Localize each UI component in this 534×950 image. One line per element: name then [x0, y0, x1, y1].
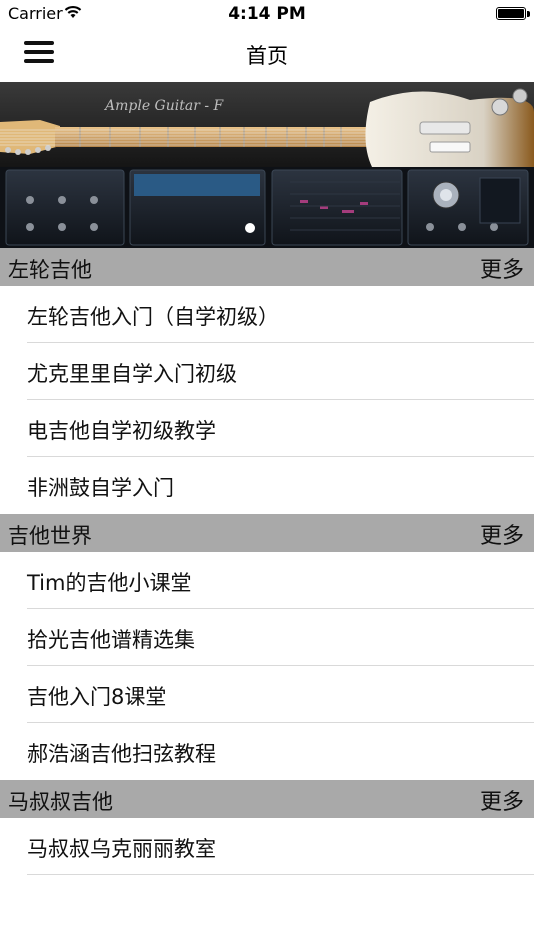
more-button[interactable]: 更多 — [480, 518, 524, 550]
list-item-label: 左轮吉他入门（自学初级） — [27, 305, 279, 329]
status-bar: Carrier 4:14 PM — [0, 0, 534, 28]
list-item-label: 马叔叔乌克丽丽教室 — [27, 837, 216, 861]
list-item[interactable]: 电吉他自学初级教学 — [0, 400, 534, 457]
section-title: 吉他世界 — [8, 524, 92, 548]
list-item-label: 电吉他自学初级教学 — [27, 419, 216, 443]
svg-text:Ample Guitar - F: Ample Guitar - F — [103, 98, 225, 114]
list-item[interactable]: 马叔叔乌克丽丽教室 — [0, 818, 534, 875]
list-item[interactable]: 郝浩涵吉他扫弦教程 — [0, 723, 534, 780]
banner-image[interactable]: Ample Guitar - F — [0, 82, 534, 248]
list-item-label: 拾光吉他谱精选集 — [27, 628, 195, 652]
section-header: 左轮吉他 更多 — [0, 248, 534, 286]
list-item-label: 尤克里里自学入门初级 — [27, 362, 237, 386]
section-header: 吉他世界 更多 — [0, 514, 534, 552]
page-title: 首页 — [246, 44, 288, 68]
divider — [27, 874, 534, 875]
section-title: 马叔叔吉他 — [8, 790, 113, 814]
list-item-label: Tim的吉他小课堂 — [27, 571, 192, 595]
list-item-label: 非洲鼓自学入门 — [27, 476, 174, 500]
section-header: 马叔叔吉他 更多 — [0, 780, 534, 818]
status-time: 4:14 PM — [228, 4, 306, 24]
battery-icon — [496, 7, 526, 20]
section-title: 左轮吉他 — [8, 258, 92, 282]
list-item[interactable]: 拾光吉他谱精选集 — [0, 609, 534, 666]
list-item[interactable]: 左轮吉他入门（自学初级） — [0, 286, 534, 343]
list-item-label: 吉他入门8课堂 — [27, 685, 167, 709]
list-item[interactable]: 吉他入门8课堂 — [0, 666, 534, 723]
list-item[interactable]: Tim的吉他小课堂 — [0, 552, 534, 609]
list-item[interactable]: 非洲鼓自学入门 — [0, 457, 534, 514]
list-item-label: 郝浩涵吉他扫弦教程 — [27, 742, 216, 766]
more-button[interactable]: 更多 — [480, 252, 524, 284]
nav-bar: 首页 — [0, 28, 534, 82]
list-item[interactable]: 尤克里里自学入门初级 — [0, 343, 534, 400]
guitar-plugin-image: Ample Guitar - F — [0, 82, 534, 248]
more-button[interactable]: 更多 — [480, 784, 524, 816]
